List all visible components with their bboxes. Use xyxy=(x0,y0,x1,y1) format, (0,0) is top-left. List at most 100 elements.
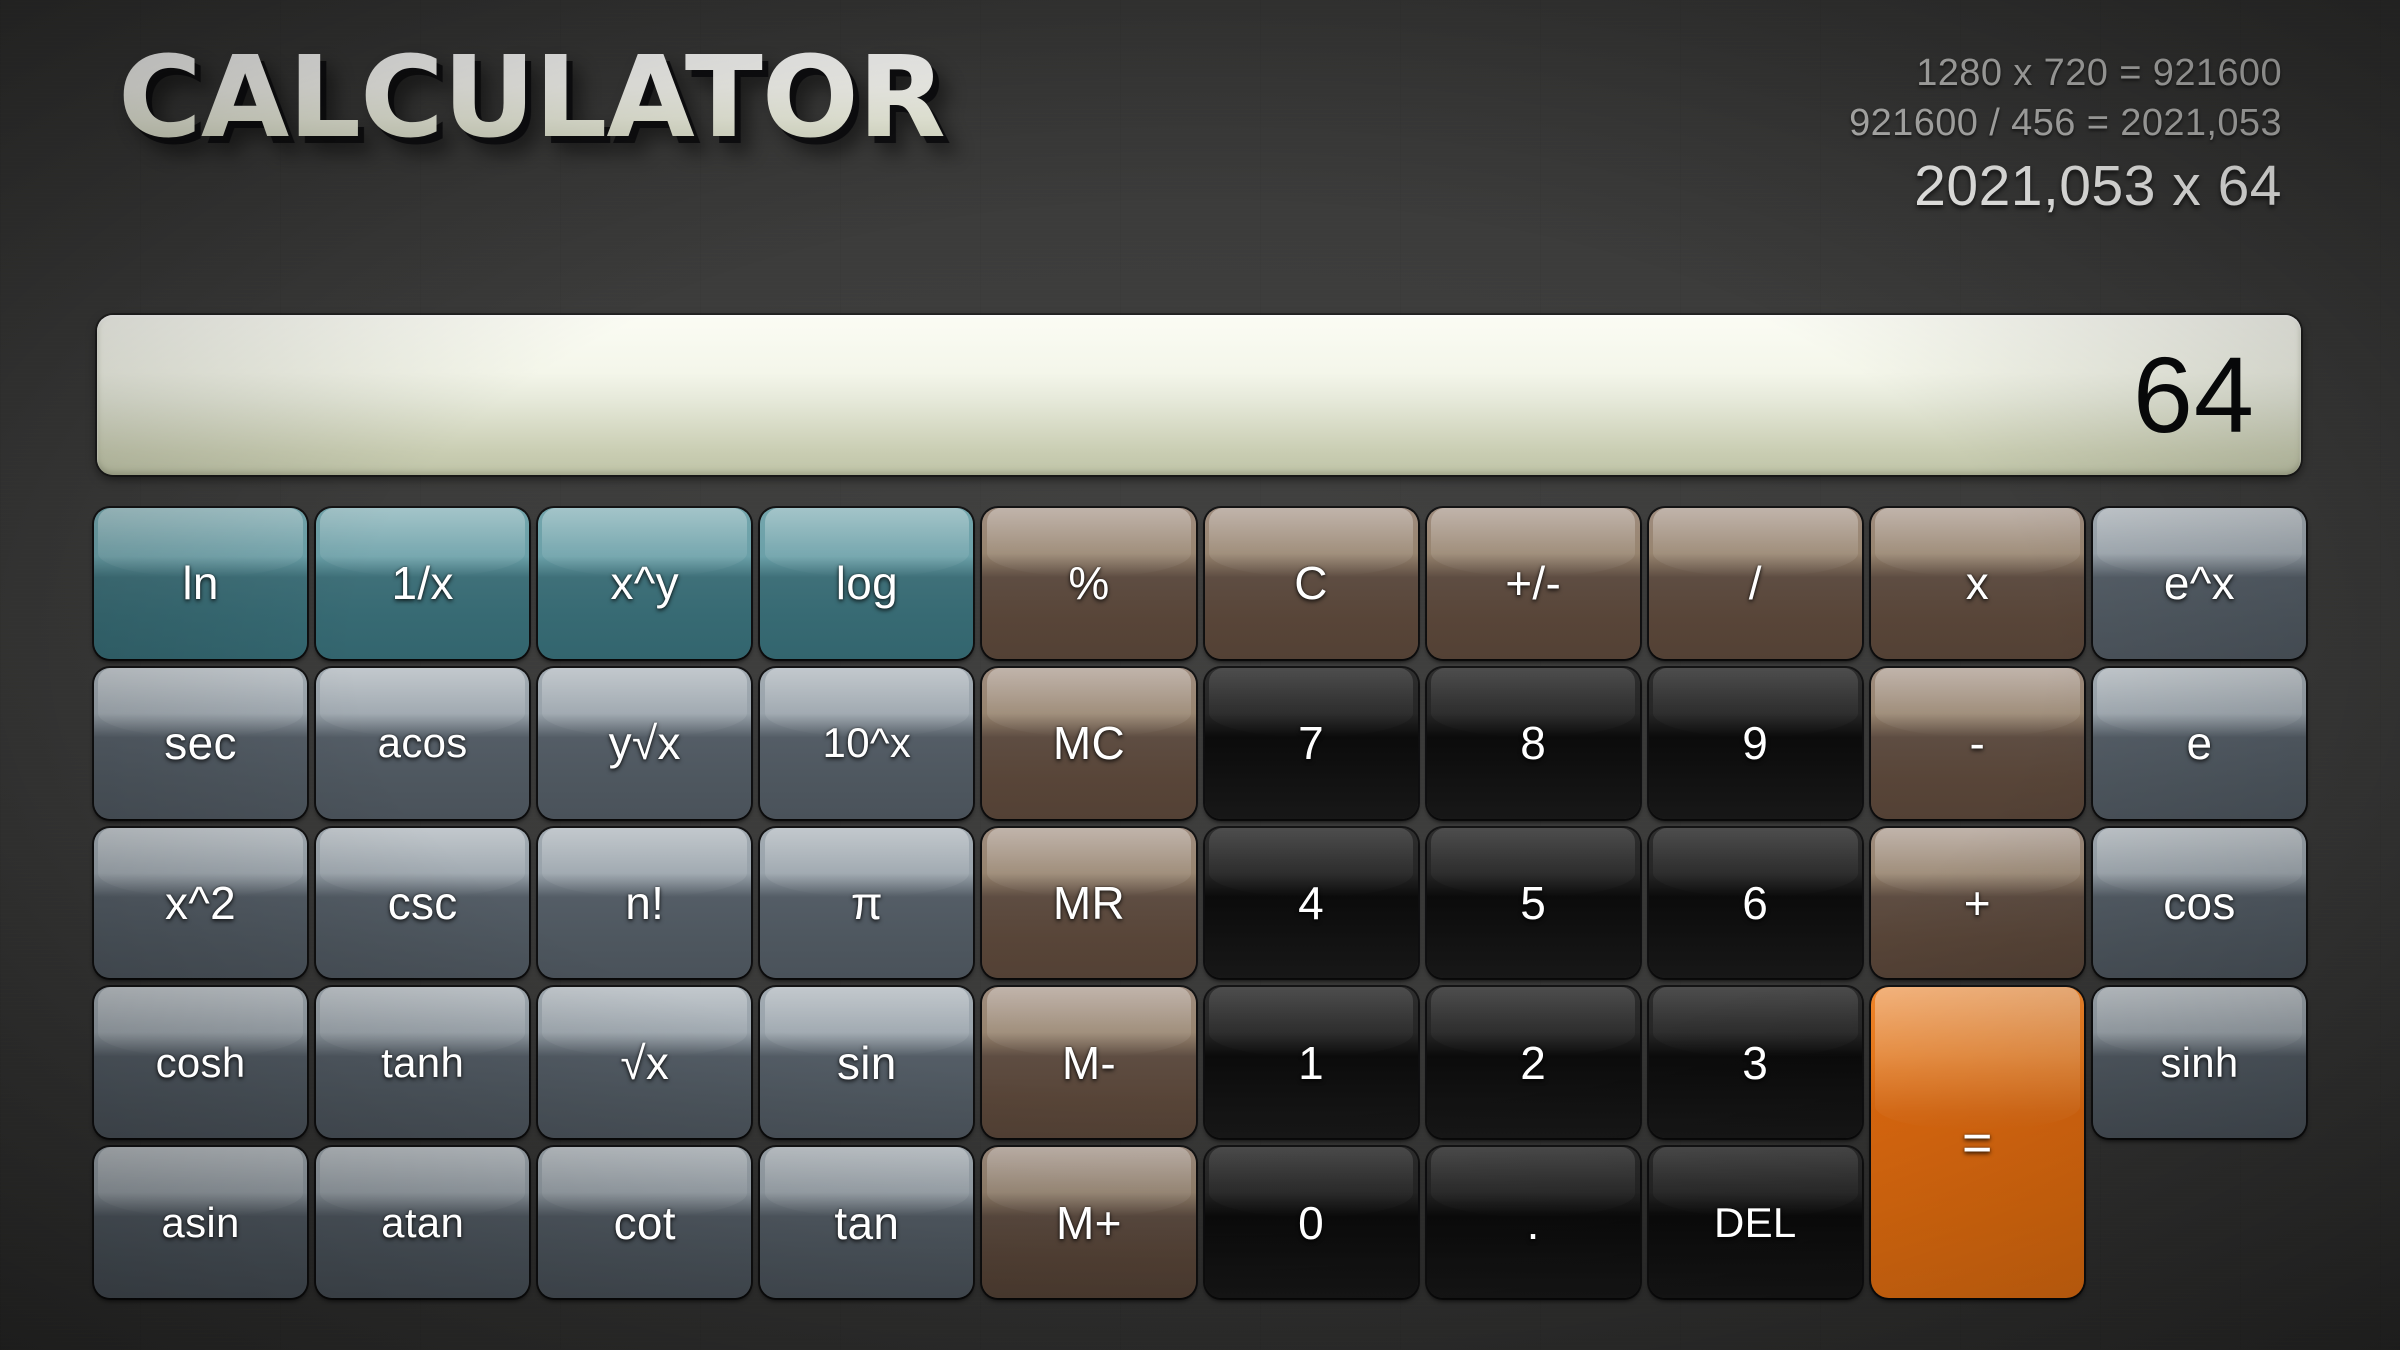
history-panel: 1280 x 720 = 921600 921600 / 456 = 2021,… xyxy=(1082,48,2282,223)
key-label: cosh xyxy=(155,1038,246,1086)
key-label: 9 xyxy=(1742,717,1769,770)
key-percent[interactable]: % xyxy=(982,508,1196,659)
header: CALCULATOR 1280 x 720 = 921600 921600 / … xyxy=(0,0,2400,310)
key-divide[interactable]: / xyxy=(1648,508,1862,659)
key-acos[interactable]: acos xyxy=(316,667,530,819)
key-label: 6 xyxy=(1742,876,1769,929)
key-0[interactable]: 0 xyxy=(1204,1147,1418,1298)
key-9[interactable]: 9 xyxy=(1648,667,1862,819)
key-equals[interactable]: = xyxy=(1870,987,2084,1298)
key-sec[interactable]: sec xyxy=(94,667,308,819)
key-label: 1/x xyxy=(391,557,454,610)
key-minus[interactable]: - xyxy=(1870,667,2084,819)
key-power[interactable]: x^y xyxy=(538,508,752,659)
key-nth-root[interactable]: y√x xyxy=(538,667,752,819)
key-reciprocal[interactable]: 1/x xyxy=(316,508,530,659)
key-delete[interactable]: DEL xyxy=(1648,1147,1862,1298)
key-label: asin xyxy=(161,1198,240,1246)
key-memory-subtract[interactable]: M- xyxy=(982,987,1196,1139)
key-euler[interactable]: e xyxy=(2092,667,2306,819)
key-label: log xyxy=(835,557,898,610)
key-label: MR xyxy=(1052,876,1126,929)
key-cos[interactable]: cos xyxy=(2092,827,2306,979)
key-label: x xyxy=(1965,557,1989,610)
key-4[interactable]: 4 xyxy=(1204,827,1418,979)
key-sqrt[interactable]: √x xyxy=(538,987,752,1139)
key-1[interactable]: 1 xyxy=(1204,987,1418,1139)
key-6[interactable]: 6 xyxy=(1648,827,1862,979)
key-label: sinh xyxy=(2160,1038,2239,1086)
key-cot[interactable]: cot xyxy=(538,1147,752,1298)
key-square[interactable]: x^2 xyxy=(94,827,308,979)
key-2[interactable]: 2 xyxy=(1426,987,1640,1139)
key-7[interactable]: 7 xyxy=(1204,667,1418,819)
key-asin[interactable]: asin xyxy=(94,1147,308,1298)
key-sinh[interactable]: sinh xyxy=(2092,987,2306,1139)
key-label: 3 xyxy=(1742,1036,1769,1089)
key-ten-power[interactable]: 10^x xyxy=(760,667,974,819)
key-log[interactable]: log xyxy=(760,508,974,659)
key-atan[interactable]: atan xyxy=(316,1147,530,1298)
key-label: π xyxy=(850,876,883,929)
key-pi[interactable]: π xyxy=(760,827,974,979)
key-8[interactable]: 8 xyxy=(1426,667,1640,819)
display-value: 64 xyxy=(2132,334,2255,455)
key-decimal[interactable]: . xyxy=(1426,1147,1640,1298)
key-label: x^2 xyxy=(165,876,237,929)
key-label: sec xyxy=(164,717,237,770)
calculator-app: CALCULATOR 1280 x 720 = 921600 921600 / … xyxy=(0,0,2400,1350)
key-label: cot xyxy=(613,1196,676,1249)
key-tan[interactable]: tan xyxy=(760,1147,974,1298)
key-label: +/- xyxy=(1505,557,1562,610)
key-label: - xyxy=(1969,717,1986,770)
key-cosh[interactable]: cosh xyxy=(94,987,308,1139)
key-label: n! xyxy=(625,876,665,929)
key-label: M- xyxy=(1061,1036,1117,1089)
keypad: ln 1/x x^y log% C +/- / x e^x sec acos y√x 10^x MC 7 8 9… xyxy=(94,508,2306,1298)
key-sign[interactable]: +/- xyxy=(1426,508,1640,659)
key-label: 4 xyxy=(1298,876,1324,929)
key-ln[interactable]: ln xyxy=(94,508,308,659)
key-label: DEL xyxy=(1713,1198,1797,1246)
key-memory-recall[interactable]: MR xyxy=(982,827,1196,979)
key-label: 10^x xyxy=(822,719,912,767)
key-3[interactable]: 3 xyxy=(1648,987,1862,1139)
key-memory-clear[interactable]: MC xyxy=(982,667,1196,819)
key-tanh[interactable]: tanh xyxy=(316,987,530,1139)
key-multiply[interactable]: x xyxy=(1870,508,2084,659)
key-label: cos xyxy=(2163,876,2236,929)
current-expression: 2021,053 x 64 xyxy=(1914,154,2282,219)
key-label: atan xyxy=(381,1198,465,1246)
key-clear[interactable]: C xyxy=(1204,508,1418,659)
history-line-2: 921600 / 456 = 2021,053 xyxy=(1849,102,2282,145)
key-memory-add[interactable]: M+ xyxy=(982,1147,1196,1298)
key-label: 2 xyxy=(1520,1036,1547,1089)
key-label: 5 xyxy=(1520,876,1547,929)
key-plus[interactable]: + xyxy=(1870,827,2084,979)
key-label: 8 xyxy=(1520,717,1547,770)
page-title: CALCULATOR xyxy=(118,33,946,163)
key-label: ln xyxy=(182,557,219,610)
key-sin[interactable]: sin xyxy=(760,987,974,1139)
key-label: % xyxy=(1068,557,1110,610)
key-label: tanh xyxy=(381,1038,465,1086)
key-factorial[interactable]: n! xyxy=(538,827,752,979)
key-label: e^x xyxy=(2163,557,2235,610)
key-csc[interactable]: csc xyxy=(316,827,530,979)
key-exp[interactable]: e^x xyxy=(2092,508,2306,659)
key-label: . xyxy=(1526,1196,1540,1249)
key-label: e xyxy=(2186,717,2213,770)
key-label: M+ xyxy=(1056,1196,1122,1249)
key-label: 1 xyxy=(1298,1036,1324,1089)
key-label: √x xyxy=(620,1036,670,1089)
key-label: = xyxy=(1962,1113,1993,1172)
key-label: 7 xyxy=(1298,717,1324,770)
display-field[interactable]: 64 xyxy=(97,315,2301,475)
key-label: acos xyxy=(377,719,468,767)
key-label: tan xyxy=(834,1196,900,1249)
key-label: csc xyxy=(387,876,458,929)
key-label: sin xyxy=(836,1036,897,1089)
key-label: x^y xyxy=(610,557,679,610)
key-label: MC xyxy=(1052,717,1126,770)
key-5[interactable]: 5 xyxy=(1426,827,1640,979)
